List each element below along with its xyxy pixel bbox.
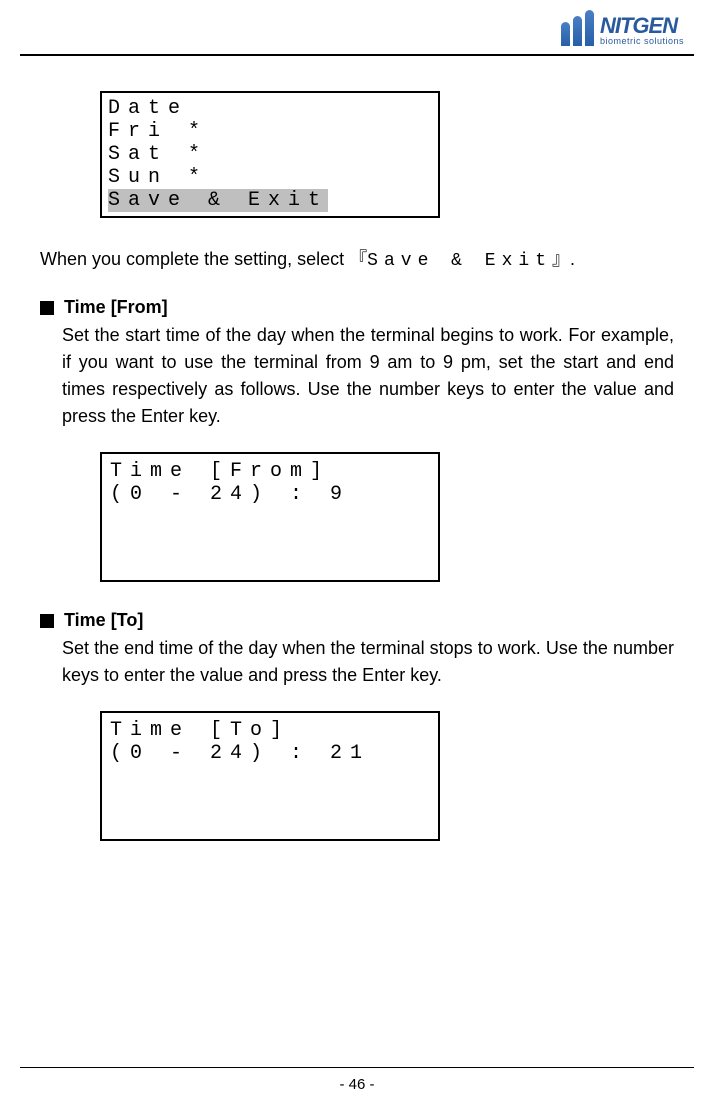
logo-bars-icon bbox=[561, 10, 594, 46]
lcd-line: Date bbox=[108, 97, 432, 120]
lcd-line: Sat * bbox=[108, 143, 432, 166]
section-title: Time [To] bbox=[64, 610, 143, 631]
page-content: Date Fri * Sat * Sun * Save & Exit When … bbox=[0, 56, 714, 841]
section-body: Set the start time of the day when the t… bbox=[40, 322, 674, 430]
square-bullet-icon bbox=[40, 614, 54, 628]
logo: NITGEN biometric solutions bbox=[561, 10, 684, 46]
lcd-line-highlighted: Save & Exit bbox=[108, 189, 328, 212]
lcd-line: (0 - 24) : 21 bbox=[110, 742, 430, 765]
page-footer: - 46 - bbox=[0, 1067, 714, 1093]
logo-text: NITGEN biometric solutions bbox=[600, 15, 684, 46]
section-heading-time-from: Time [From] bbox=[40, 297, 674, 318]
lcd-display-date: Date Fri * Sat * Sun * Save & Exit bbox=[100, 91, 440, 218]
page-number: - 46 - bbox=[0, 1076, 714, 1093]
lcd-line: (0 - 24) : 9 bbox=[110, 483, 430, 506]
lcd-line: Fri * bbox=[108, 120, 432, 143]
logo-name: NITGEN bbox=[600, 15, 684, 37]
logo-tagline: biometric solutions bbox=[600, 37, 684, 46]
footer-divider bbox=[20, 1067, 694, 1068]
para-text: 』. bbox=[552, 249, 575, 269]
lcd-line: Sun * bbox=[108, 166, 432, 189]
lcd-display-time-to: Time [To] (0 - 24) : 21 bbox=[100, 711, 440, 841]
para-text: When you complete the setting, select 『 bbox=[40, 249, 367, 269]
lcd-line: Time [To] bbox=[110, 719, 430, 742]
lcd-line: Time [From] bbox=[110, 460, 430, 483]
section-body: Set the end time of the day when the ter… bbox=[40, 635, 674, 689]
save-exit-mono: Save & Exit bbox=[367, 251, 552, 271]
page-header: NITGEN biometric solutions bbox=[0, 0, 714, 46]
instruction-paragraph: When you complete the setting, select 『S… bbox=[40, 246, 674, 275]
section-heading-time-to: Time [To] bbox=[40, 610, 674, 631]
lcd-display-time-from: Time [From] (0 - 24) : 9 bbox=[100, 452, 440, 582]
square-bullet-icon bbox=[40, 301, 54, 315]
section-title: Time [From] bbox=[64, 297, 168, 318]
